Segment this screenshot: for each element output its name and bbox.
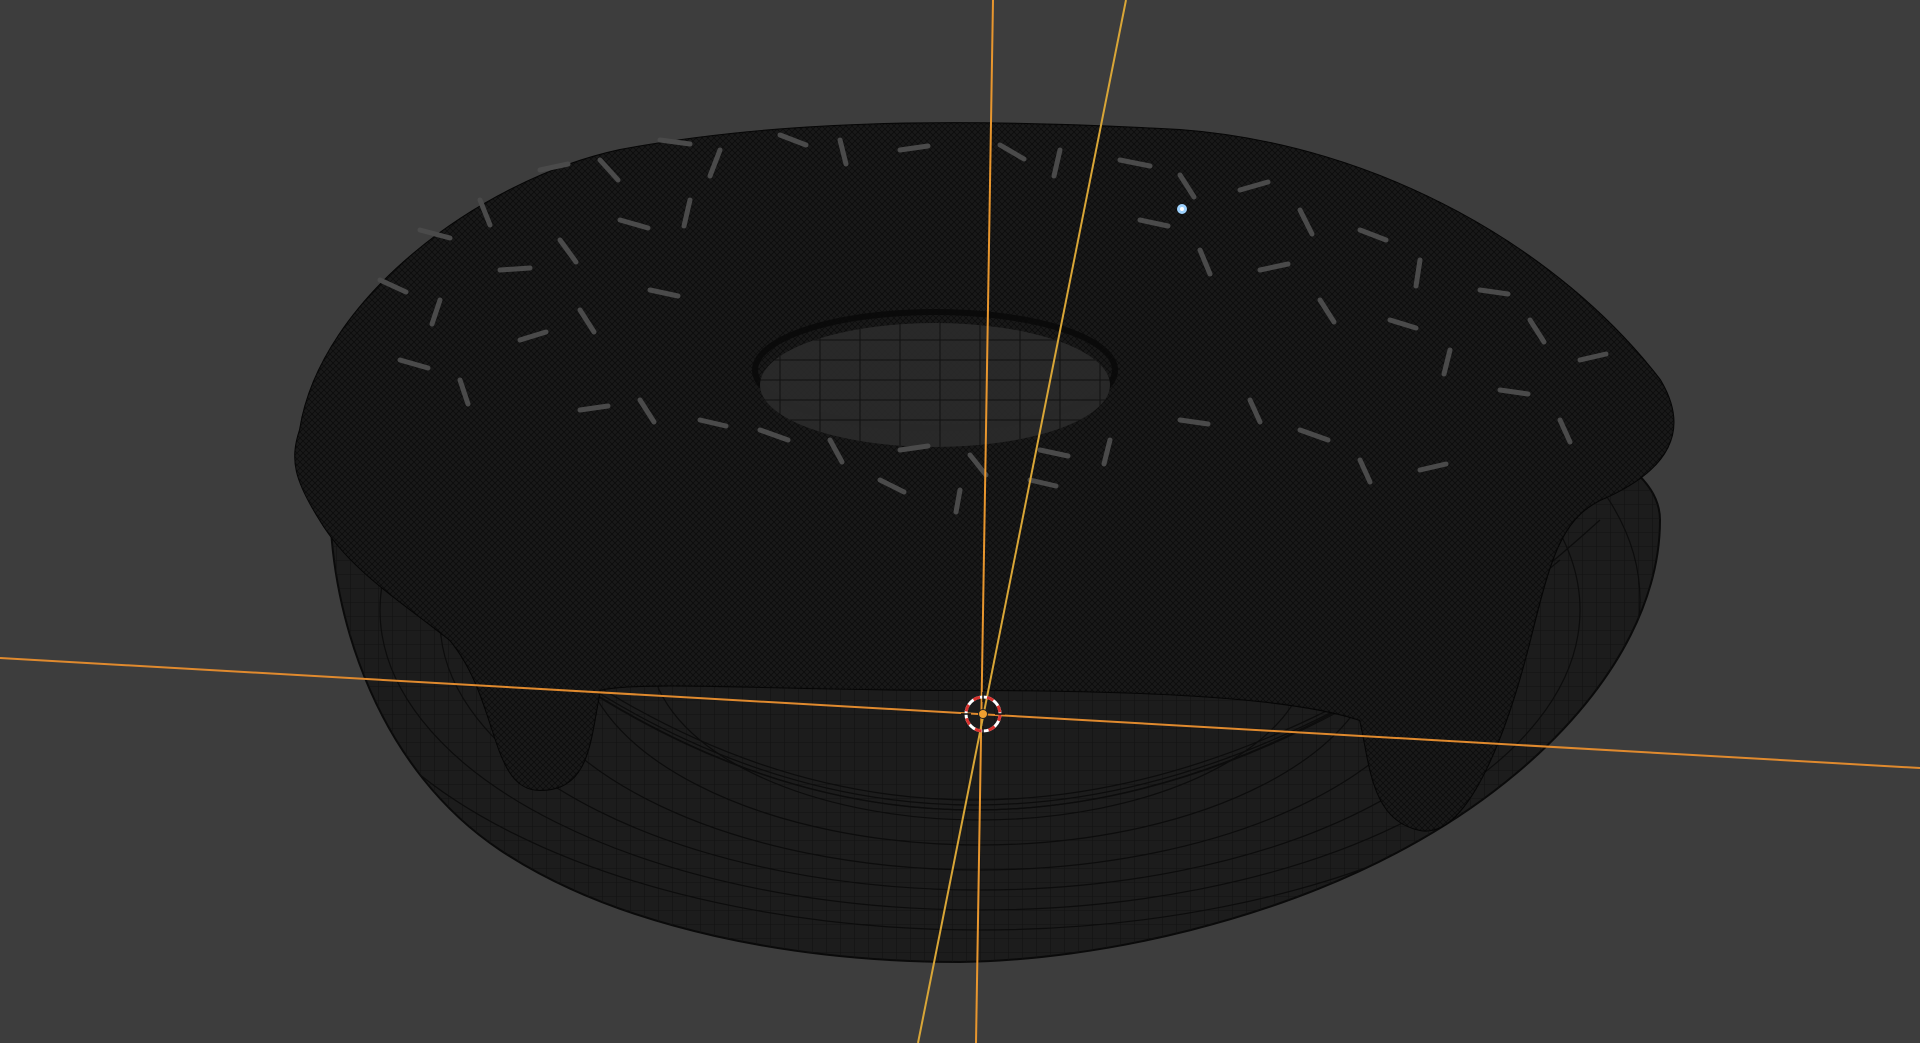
3d-viewport[interactable] bbox=[0, 0, 1920, 1043]
viewport-canvas[interactable] bbox=[0, 0, 1920, 1043]
light-point-icon[interactable] bbox=[1177, 204, 1187, 214]
object-origin-icon[interactable] bbox=[978, 709, 988, 719]
